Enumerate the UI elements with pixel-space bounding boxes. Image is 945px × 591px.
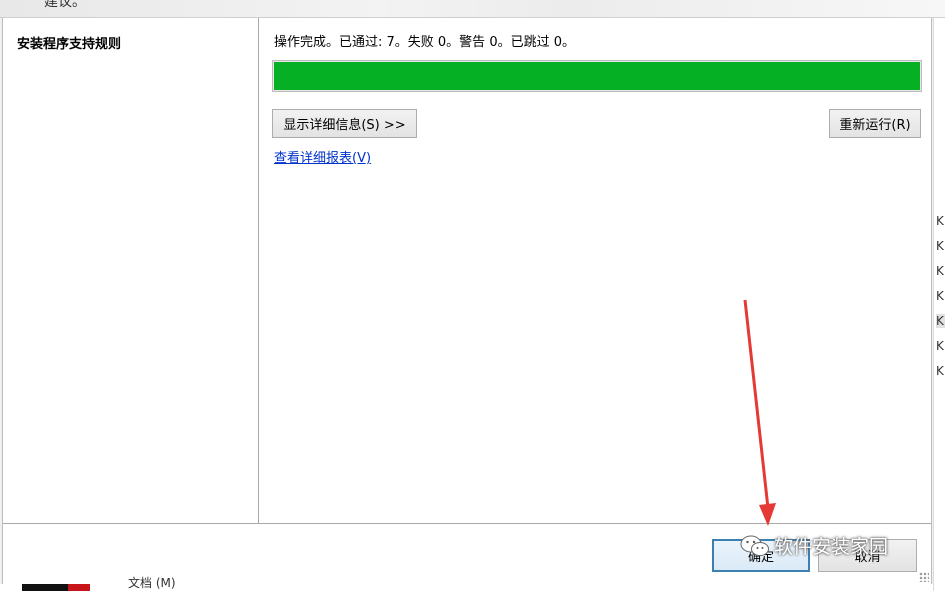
background-window-edge: KI KI KI KI KI KI KI [933, 18, 945, 591]
window-header-strip: 建议。 [0, 0, 945, 18]
background-thumbnail-logo [68, 584, 90, 591]
setup-dialog: 安装程序支持规则 操作完成。已通过: 7。失败 0。警告 0。已跳过 0。 显示… [2, 18, 932, 584]
wechat-icon [740, 535, 769, 556]
view-detailed-report-link[interactable]: 查看详细报表(V) [274, 147, 371, 166]
background-list-item: KI [936, 239, 945, 253]
step-navigation-panel: 安装程序支持规则 [3, 18, 259, 523]
header-title: 建议。 [44, 0, 86, 10]
background-list-item: KI [936, 289, 945, 303]
progress-bar [272, 60, 922, 92]
background-list-item: KI [936, 364, 945, 378]
progress-bar-fill [274, 62, 920, 90]
content-panel: 操作完成。已通过: 7。失败 0。警告 0。已跳过 0。 显示详细信息(S) >… [260, 18, 931, 523]
background-list-item: KI [936, 264, 945, 278]
watermark-text: 软件安装家园 [774, 536, 889, 558]
show-details-button[interactable]: 显示详细信息(S) >> [272, 109, 417, 138]
background-window-bottom: 文档 (M) [0, 576, 933, 591]
background-list-item: KI [936, 214, 945, 228]
background-list-item: KI [936, 339, 945, 353]
operation-status-text: 操作完成。已通过: 7。失败 0。警告 0。已跳过 0。 [274, 35, 575, 50]
rerun-button[interactable]: 重新运行(R) [829, 109, 921, 138]
watermark: 软件安装家园 [740, 532, 888, 559]
resize-grip[interactable] [919, 572, 929, 582]
step-item-setup-support-rules[interactable]: 安装程序支持规则 [17, 33, 121, 52]
background-list-item: KI [936, 314, 945, 328]
background-bottom-text: 文档 (M) [128, 576, 176, 590]
